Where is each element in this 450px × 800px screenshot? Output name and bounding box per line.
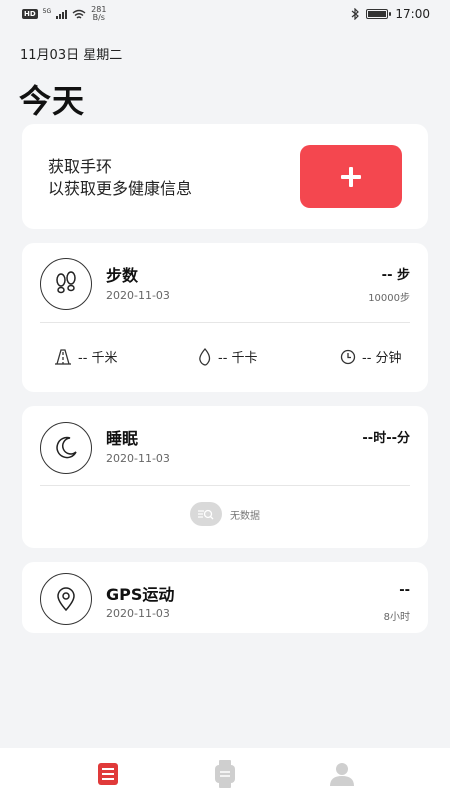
signal-icon	[56, 9, 68, 19]
nav-today[interactable]	[88, 754, 128, 794]
page-title: 今天	[19, 82, 86, 120]
gps-goal: 8小时	[383, 612, 410, 623]
steps-divider	[40, 322, 410, 323]
duration-metric: -- 分钟	[340, 347, 402, 366]
steps-value: -- 步	[381, 268, 410, 283]
calories-label: -- 千卡	[218, 351, 258, 366]
road-icon	[55, 348, 71, 365]
clock-icon	[340, 349, 356, 364]
calories-metric: -- 千卡	[198, 347, 258, 366]
distance-label: -- 千米	[78, 351, 118, 366]
steps-date: 2020-11-03	[106, 289, 170, 302]
steps-title: 步数	[106, 266, 139, 285]
gps-title: GPS运动	[106, 585, 175, 604]
watch-icon	[214, 760, 235, 788]
wifi-icon	[72, 9, 86, 19]
bottom-nav	[0, 748, 450, 800]
sleep-no-data: 无数据	[22, 502, 428, 526]
profile-icon	[329, 763, 354, 786]
status-right: 17:00	[351, 7, 430, 21]
get-band-text: 获取手环 以获取更多健康信息	[48, 156, 192, 200]
flame-icon	[199, 347, 211, 366]
today-list-icon	[98, 763, 119, 785]
sleep-divider	[40, 485, 410, 486]
sleep-card[interactable]: 睡眠 2020-11-03 --时--分 无数据	[22, 406, 428, 548]
nav-device[interactable]	[205, 754, 245, 794]
get-band-card: 获取手环 以获取更多健康信息	[22, 124, 428, 229]
network-type: 5G	[42, 7, 52, 15]
plus-icon	[341, 166, 361, 187]
get-band-line2: 以获取更多健康信息	[48, 179, 193, 198]
steps-card[interactable]: 步数 2020-11-03 -- 步 10000步 -- 千米 -- 千卡 --…	[22, 243, 428, 392]
moon-icon	[40, 422, 92, 474]
no-data-label: 无数据	[230, 510, 260, 522]
duration-label: -- 分钟	[362, 351, 402, 366]
footprints-icon	[40, 258, 92, 310]
location-pin-icon	[40, 573, 92, 625]
distance-metric: -- 千米	[54, 347, 118, 366]
clock-time: 17:00	[395, 7, 430, 21]
gps-card[interactable]: GPS运动 2020-11-03 -- 8小时	[22, 562, 428, 633]
battery-icon	[366, 9, 392, 19]
gps-date: 2020-11-03	[106, 607, 170, 620]
battery-fill	[368, 11, 386, 17]
sleep-value: --时--分	[362, 431, 410, 446]
no-data-icon	[190, 502, 222, 526]
steps-goal: 10000步	[368, 293, 410, 304]
status-bar: HD 5G 281 B/s 17:00	[0, 0, 450, 28]
add-band-button[interactable]	[300, 145, 402, 208]
hd-badge: HD	[22, 9, 38, 19]
status-left: HD 5G 281 B/s	[22, 6, 106, 22]
speed-unit: B/s	[92, 13, 105, 22]
bluetooth-icon	[352, 8, 360, 20]
get-band-line1: 获取手环	[48, 157, 113, 176]
sleep-date: 2020-11-03	[106, 452, 170, 465]
current-date: 11月03日 星期二	[20, 48, 123, 63]
network-speed: 281 B/s	[91, 6, 106, 22]
nav-profile[interactable]	[322, 754, 362, 794]
sleep-title: 睡眠	[106, 429, 139, 448]
gps-value: --	[399, 583, 410, 598]
